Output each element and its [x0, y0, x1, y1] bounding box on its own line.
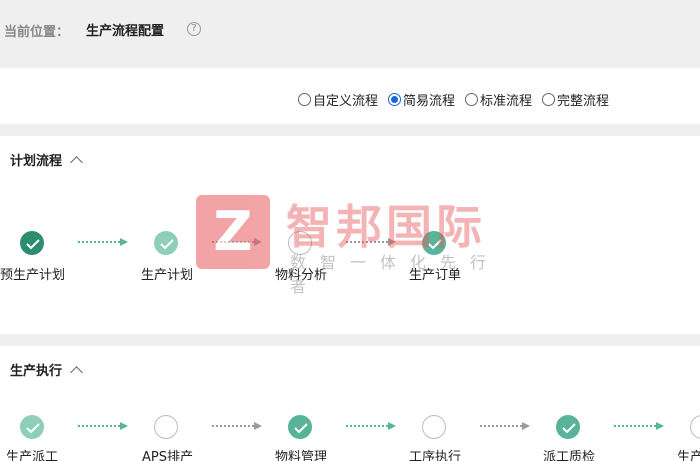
step-connector-arrow [480, 422, 530, 430]
step-label: APS排产 [142, 450, 193, 461]
step-connector-arrow [346, 422, 396, 430]
step-label: 预生产计划 [0, 268, 66, 283]
plan-section-card [0, 136, 700, 334]
radio-label: 标准流程 [480, 94, 533, 109]
radio-label: 简易流程 [403, 94, 456, 109]
step-node-material-management[interactable] [288, 415, 312, 439]
breadcrumb-bar: 当前位置： 生产流程配置 ? [0, 0, 700, 66]
step-node-production-plan[interactable] [154, 231, 178, 255]
plan-section-header[interactable]: 计划流程 [10, 150, 83, 169]
radio-circle-icon[interactable] [388, 93, 402, 106]
radio-simple-flow[interactable]: 简易流程 [388, 90, 455, 109]
step-node-dispatch-inspection[interactable] [556, 415, 580, 439]
step-connector-arrow [614, 422, 664, 430]
step-node-production-order[interactable] [422, 231, 446, 255]
radio-label: 完整流程 [557, 94, 610, 109]
radio-circle-icon[interactable] [298, 93, 311, 106]
step-connector-arrow [78, 422, 128, 430]
step-node-pre-production-plan[interactable] [20, 231, 44, 255]
step-label: 派工质检 [543, 450, 596, 461]
radio-label: 自定义流程 [313, 94, 379, 109]
radio-standard-flow[interactable]: 标准流程 [465, 90, 532, 109]
radio-circle-icon[interactable] [465, 93, 479, 106]
flow-type-radio-group: 自定义流程 简易流程 标准流程 完整流程 [298, 90, 609, 109]
step-connector-arrow [346, 238, 396, 246]
exec-section-card [0, 346, 700, 461]
step-label: 生产派工 [6, 450, 59, 461]
breadcrumb-label: 当前位置： [4, 25, 70, 40]
section-title: 生产执行 [10, 364, 63, 379]
radio-full-flow[interactable]: 完整流程 [542, 90, 609, 109]
help-icon[interactable]: ? [187, 22, 201, 36]
step-label: 生产计划 [141, 268, 194, 283]
chevron-up-icon[interactable] [70, 155, 83, 169]
section-title: 计划流程 [10, 154, 63, 169]
chevron-up-icon[interactable] [70, 365, 83, 379]
step-label: 生产订单 [409, 268, 462, 283]
step-connector-arrow [212, 422, 262, 430]
step-connector-arrow [212, 238, 262, 246]
step-label: 物料分析 [275, 268, 328, 283]
radio-custom-flow[interactable]: 自定义流程 [298, 90, 378, 109]
step-connector-arrow [78, 238, 128, 246]
step-node-material-analysis[interactable] [288, 231, 312, 255]
radio-circle-icon[interactable] [542, 93, 556, 106]
page-title: 生产流程配置 [86, 24, 165, 39]
step-node-aps-scheduling[interactable] [154, 415, 178, 439]
step-label: 生产 [677, 450, 700, 461]
step-node-production-dispatch[interactable] [20, 415, 44, 439]
step-node-process-execution[interactable] [422, 415, 446, 439]
step-label: 工序执行 [409, 450, 462, 461]
step-label: 物料管理 [275, 450, 328, 461]
exec-section-header[interactable]: 生产执行 [10, 360, 83, 379]
